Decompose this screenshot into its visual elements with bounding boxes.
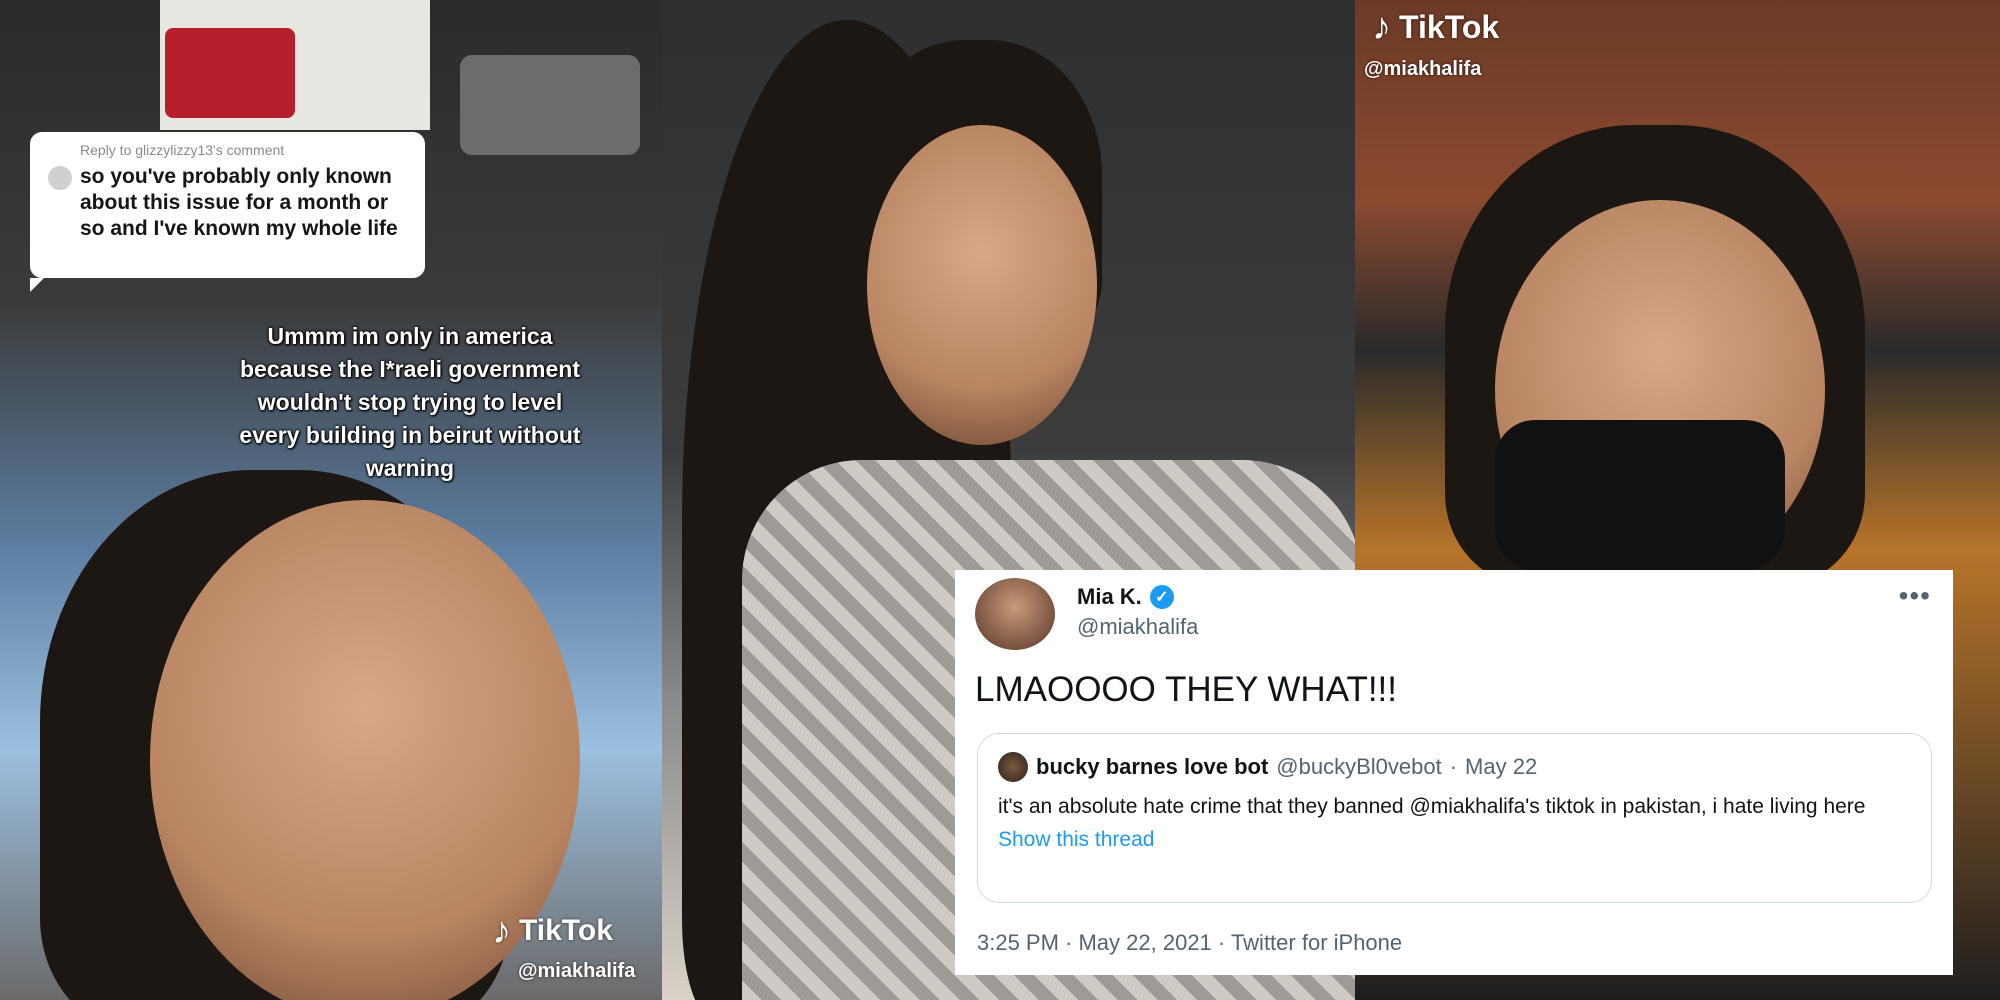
watermark-handle: @miakhalifa [1364, 58, 1482, 80]
tiktok-watermark: ♪ TikTok [492, 912, 613, 950]
face [867, 125, 1097, 445]
visor-button [165, 28, 295, 118]
tiktok-note-icon: ♪ [492, 910, 511, 952]
author-name-row[interactable]: Mia K. ✓ [1077, 584, 1174, 610]
show-thread-link[interactable]: Show this thread [998, 828, 1911, 852]
quoted-tweet-header: bucky barnes love bot @buckyBl0vebot · M… [998, 752, 1911, 782]
quoted-author-avatar [998, 752, 1028, 782]
author-avatar[interactable] [975, 578, 1055, 650]
quoted-tweet[interactable]: bucky barnes love bot @buckyBl0vebot · M… [977, 733, 1932, 903]
more-options-icon[interactable]: ••• [1899, 580, 1931, 612]
quoted-author-handle: @buckyBl0vebot [1276, 754, 1442, 779]
tweet-card: Mia K. ✓ @miakhalifa ••• LMAOOOO THEY WH… [955, 570, 1953, 975]
tiktok-wordmark: TikTok [1399, 8, 1500, 45]
video-caption: Ummm im only in america because the I*ra… [239, 323, 581, 481]
left-tiktok-video-frame: Reply to glizzylizzy13's comment so you'… [0, 0, 662, 1000]
tiktok-watermark: ♪ TikTok [1372, 8, 1499, 46]
quoted-date: May 22 [1465, 754, 1538, 779]
tiktok-note-icon: ♪ [1372, 6, 1391, 48]
author-name[interactable]: Mia K. [1077, 584, 1142, 610]
garage-opener [460, 55, 640, 155]
author-handle[interactable]: @miakhalifa [1077, 614, 1198, 640]
watermark-handle: @miakhalifa [518, 960, 636, 982]
verified-badge-icon: ✓ [1149, 585, 1174, 609]
quoted-author-name: bucky barnes love bot [1036, 754, 1269, 779]
quoted-dot-separator: · [1449, 754, 1458, 779]
reply-comment-bubble: Reply to glizzylizzy13's comment so you'… [30, 132, 425, 292]
reply-to-label: Reply to glizzylizzy13's comment [80, 142, 285, 158]
comment-text: so you've probably only known about this… [80, 165, 398, 240]
commenter-avatar [48, 166, 72, 190]
face-mask [1495, 420, 1785, 570]
quoted-tweet-text: it's an absolute hate crime that they ba… [998, 795, 1866, 818]
tweet-timestamp[interactable]: 3:25 PM · May 22, 2021 · Twitter for iPh… [977, 930, 1402, 956]
tweet-text: LMAOOOO THEY WHAT!!! [975, 670, 1397, 709]
tiktok-wordmark: TikTok [519, 914, 613, 947]
